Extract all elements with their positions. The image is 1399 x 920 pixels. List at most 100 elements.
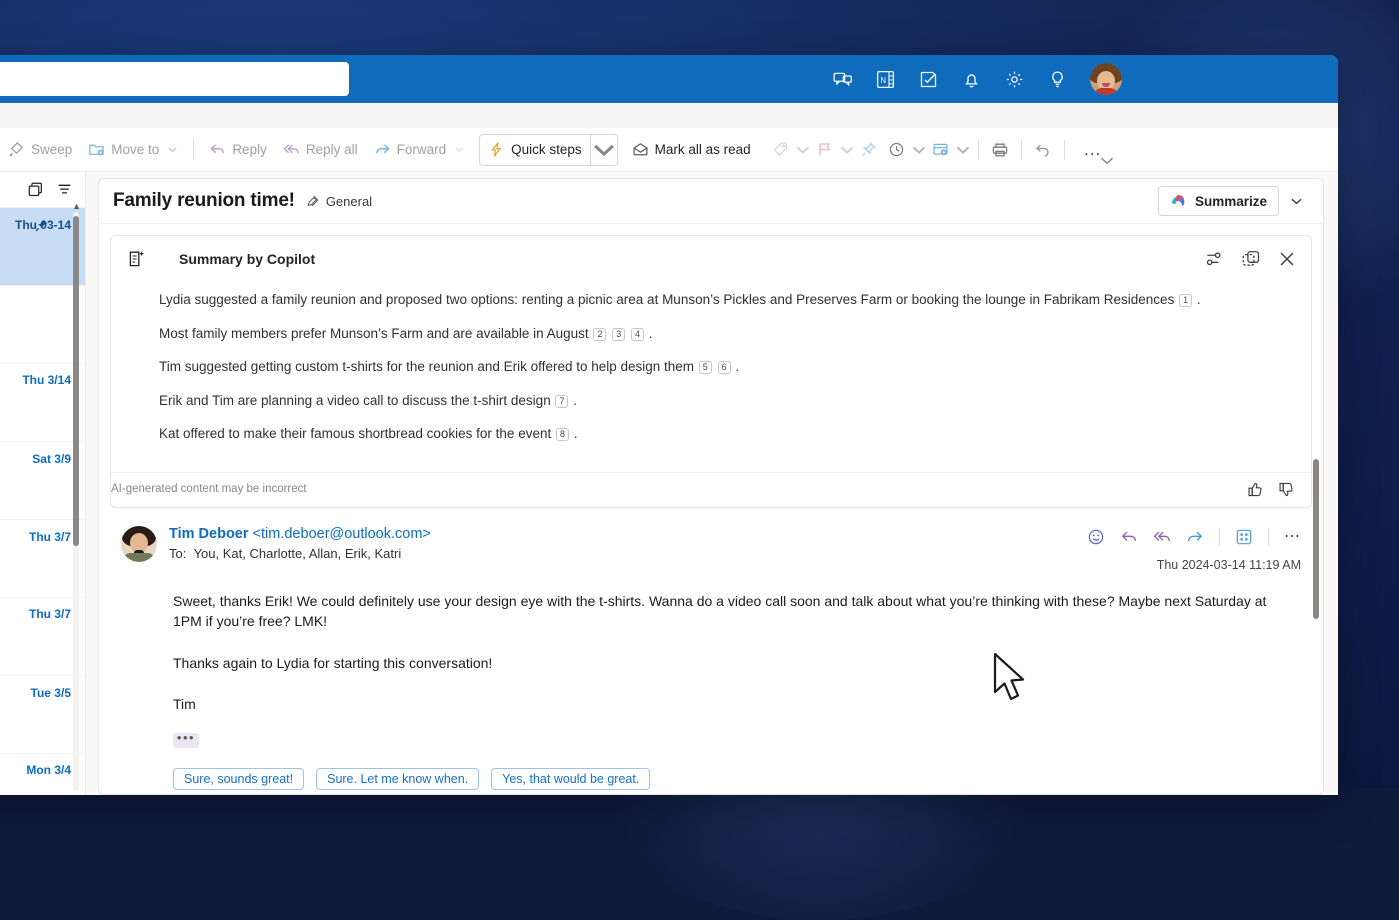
flag-button[interactable] (811, 135, 839, 165)
page-title: Family reunion time! (113, 190, 295, 211)
mark-all-read-button[interactable]: Mark all as read (624, 134, 759, 166)
suggested-reply-button[interactable]: Sure. Let me know when. (316, 767, 480, 790)
svg-text:N: N (880, 76, 886, 85)
citation-chip[interactable]: 2 (593, 327, 607, 341)
chevron-down-icon (1290, 198, 1302, 204)
summarize-caret[interactable] (1283, 187, 1309, 215)
rules-button[interactable] (927, 135, 955, 165)
summary-line-text: Kat offered to make their famous shortbr… (159, 426, 555, 442)
quick-steps-button[interactable]: Quick steps (480, 134, 590, 166)
print-button[interactable] (986, 135, 1014, 165)
citation-chip[interactable]: 6 (717, 361, 731, 375)
avatar[interactable] (121, 525, 157, 562)
suggested-reply-button[interactable]: Sure, sounds great! (173, 767, 305, 790)
thumbs-down-icon[interactable] (1278, 481, 1295, 498)
list-item-preview: to so... (0, 471, 71, 485)
chevron-down-icon (840, 146, 853, 154)
scroll-up-arrow[interactable]: ▲ (72, 201, 81, 211)
citation-chip[interactable]: 1 (1179, 294, 1193, 308)
collapse-ribbon-icon[interactable] (1098, 152, 1116, 170)
divider (1020, 139, 1022, 160)
lightbulb-icon[interactable] (1047, 69, 1068, 90)
outlook-window: Outlook Search (0, 55, 1338, 795)
suggested-replies: Sure, sounds great! Sure. Let me know whe… (173, 767, 1299, 790)
suggested-reply-button[interactable]: Yes, that would be great. (491, 767, 651, 790)
citation-chip[interactable]: 8 (555, 428, 569, 442)
avatar[interactable] (1090, 63, 1122, 95)
sweep-label: Sweep (31, 142, 73, 157)
summary-line-period: . (1196, 292, 1201, 307)
thumbs-up-icon[interactable] (1247, 481, 1264, 498)
summarize-button[interactable]: Summarize (1157, 186, 1279, 216)
list-scrollbar-thumb[interactable] (73, 216, 79, 546)
onenote-icon[interactable]: N (875, 69, 896, 90)
close-icon[interactable] (1276, 248, 1298, 270)
citation-chip[interactable]: 5 (698, 361, 712, 375)
reply-all-button[interactable]: Reply all (275, 134, 366, 166)
to-recipients: You, Kat, Charlotte, Allan, Erik, Katri (193, 545, 402, 561)
move-to-button[interactable]: Move to (80, 134, 186, 166)
react-emoji-icon[interactable] (1087, 528, 1105, 546)
summary-line-period: . (573, 426, 578, 442)
tag-button[interactable] (767, 135, 795, 165)
divider (977, 139, 979, 160)
expand-quoted-text-button[interactable]: ••• (173, 731, 199, 748)
undo-button[interactable] (1029, 135, 1057, 165)
header-actions: N (832, 63, 1338, 95)
message-actions: ⋯ (1087, 526, 1301, 546)
search-input[interactable]: Search (0, 62, 349, 96)
select-mode-icon[interactable] (27, 181, 44, 198)
chevron-down-icon (956, 146, 969, 154)
summary-line-text: Tim suggested getting custom t-shirts fo… (159, 359, 698, 375)
teams-chat-icon[interactable] (832, 69, 853, 90)
reading-pane: Family reunion time! General Summarize S… (86, 172, 1338, 795)
sender-line[interactable]: Tim Deboer <tim.deboer@outlook.com> (169, 526, 431, 542)
quick-steps-label: Quick steps (511, 142, 582, 157)
pin-icon[interactable] (34, 218, 49, 233)
sweep-button[interactable]: Sweep (0, 134, 80, 166)
summary-line: Kat offered to make their famous shortbr… (159, 424, 1289, 444)
ai-disclaimer: AI-generated content may be incorrect (111, 483, 307, 496)
rules-caret[interactable] (955, 142, 971, 158)
subject-row: Family reunion time! General Summarize (99, 179, 1323, 224)
copy-summary-icon[interactable] (1240, 248, 1262, 270)
apps-grid-icon[interactable] (1235, 528, 1253, 546)
summary-title: Summary by Copilot (179, 251, 316, 267)
gear-icon[interactable] (1004, 69, 1025, 90)
list-item-date: Thu 3/7 (28, 529, 71, 544)
reply-button[interactable]: Reply (201, 134, 275, 166)
tag-caret[interactable] (795, 142, 811, 158)
summary-settings-icon[interactable] (1204, 248, 1226, 270)
flag-icon (819, 143, 831, 156)
list-item-preview: ests fo... (0, 705, 71, 719)
citation-chip[interactable]: 3 (612, 327, 626, 341)
citation-chip[interactable]: 4 (631, 327, 645, 341)
category-chip[interactable]: General (305, 194, 372, 209)
chevron-down-icon (912, 146, 925, 154)
flag-caret[interactable] (839, 142, 855, 158)
message-body: Sweet, thanks Erik! We could definitely … (121, 572, 1301, 794)
copilot-summary-card: Summary by Copilot Lydia suggested a fam… (110, 235, 1312, 508)
forward-icon[interactable] (1186, 528, 1204, 546)
bell-icon[interactable] (961, 69, 982, 90)
move-to-label: Move to (111, 142, 160, 157)
chevron-down-icon (168, 147, 178, 153)
snooze-caret[interactable] (911, 142, 927, 158)
snooze-button[interactable] (883, 135, 911, 165)
citation-chip[interactable]: 7 (555, 394, 569, 408)
copilot-summary-icon (129, 251, 145, 267)
quick-steps-group: Quick steps (479, 133, 618, 166)
pin-button[interactable] (855, 135, 883, 165)
reply-all-icon[interactable] (1153, 528, 1171, 546)
reply-icon[interactable] (1120, 528, 1138, 546)
quick-steps-caret[interactable] (591, 137, 617, 163)
more-actions-icon[interactable]: ⋯ (1284, 528, 1301, 544)
reading-pane-scrollbar-thumb[interactable] (1313, 459, 1319, 619)
notes-icon[interactable] (918, 69, 939, 90)
forward-icon (375, 144, 390, 154)
print-icon (992, 143, 1007, 156)
filter-icon[interactable] (56, 181, 73, 198)
forward-button[interactable]: Forward (366, 134, 474, 166)
summarize-control: Summarize (1157, 186, 1309, 216)
ribbon-spacer (0, 103, 1338, 128)
